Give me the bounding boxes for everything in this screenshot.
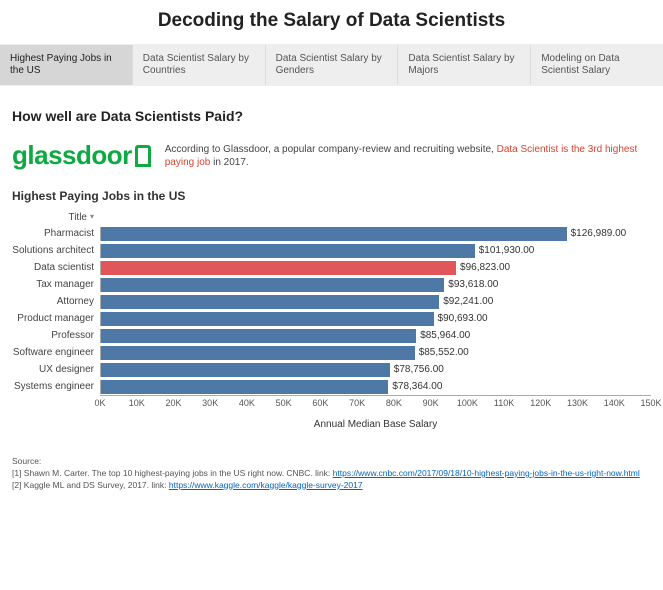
bar-label: Systems engineer [12, 381, 100, 392]
x-tick: 90K [423, 398, 439, 408]
bar-value-label: $101,930.00 [475, 244, 535, 258]
tab-1[interactable]: Data Scientist Salary by Countries [133, 45, 266, 85]
bar-track: $93,618.00 [100, 278, 651, 292]
bar-value-label: $85,552.00 [415, 346, 469, 360]
door-icon [135, 145, 151, 167]
glassdoor-logo-text: glassdoor [12, 140, 132, 171]
x-tick: 10K [129, 398, 145, 408]
bar-row: Solutions architect$101,930.00 [12, 242, 651, 259]
bar-track: $78,756.00 [100, 363, 651, 377]
x-tick: 140K [604, 398, 625, 408]
bar-value-label: $78,756.00 [390, 363, 444, 377]
bar-label: Attorney [12, 296, 100, 307]
bar-value-label: $96,823.00 [456, 261, 510, 275]
bar-track: $78,364.00 [100, 380, 651, 394]
bar-label: Professor [12, 330, 100, 341]
x-axis: 0K10K20K30K40K50K60K70K80K90K100K110K120… [100, 395, 651, 409]
tab-bar: Highest Paying Jobs in the USData Scient… [0, 44, 663, 86]
glassdoor-desc: According to Glassdoor, a popular compan… [165, 143, 651, 169]
bar-value-label: $92,241.00 [439, 295, 493, 309]
source-item: [2] Kaggle ML and DS Survey, 2017. link:… [12, 480, 651, 492]
bar-track: $126,989.00 [100, 227, 651, 241]
bar-label: Product manager [12, 313, 100, 324]
bar-row: Data scientist$96,823.00 [12, 259, 651, 276]
sort-desc-icon: ▾ [90, 213, 94, 221]
glassdoor-logo: glassdoor [12, 140, 151, 171]
bar-row: Product manager$90,693.00 [12, 310, 651, 327]
bar-value-label: $126,989.00 [567, 227, 627, 241]
bar-value-label: $85,964.00 [416, 329, 470, 343]
bar[interactable]: $85,964.00 [101, 329, 416, 343]
source-block: Source: [1] Shawn M. Carter. The top 10 … [0, 430, 663, 492]
chart-block: Highest Paying Jobs in the US Title ▾ Ph… [0, 181, 663, 430]
bars-container: Pharmacist$126,989.00Solutions architect… [12, 225, 651, 395]
x-tick: 50K [276, 398, 292, 408]
glassdoor-desc-prefix: According to Glassdoor, a popular compan… [165, 144, 497, 155]
bar[interactable]: $126,989.00 [101, 227, 567, 241]
x-tick: 80K [386, 398, 402, 408]
y-axis-header-text: Title [68, 212, 87, 223]
source-heading: Source: [12, 456, 651, 468]
tab-0[interactable]: Highest Paying Jobs in the US [0, 45, 133, 85]
tab-2[interactable]: Data Scientist Salary by Genders [266, 45, 399, 85]
bar-label: Software engineer [12, 347, 100, 358]
page-title: Decoding the Salary of Data Scientists [0, 0, 663, 44]
bar-track: $85,964.00 [100, 329, 651, 343]
bar[interactable]: $85,552.00 [101, 346, 415, 360]
bar-row: Software engineer$85,552.00 [12, 344, 651, 361]
bar-row: Systems engineer$78,364.00 [12, 378, 651, 395]
tab-3[interactable]: Data Scientist Salary by Majors [398, 45, 531, 85]
x-tick: 0K [94, 398, 105, 408]
bar-row: UX designer$78,756.00 [12, 361, 651, 378]
x-tick: 100K [457, 398, 478, 408]
bar-value-label: $90,693.00 [434, 312, 488, 326]
bar-row: Tax manager$93,618.00 [12, 276, 651, 293]
bar-label: Data scientist [12, 262, 100, 273]
source-link[interactable]: https://www.cnbc.com/2017/09/18/10-highe… [333, 468, 640, 478]
section-heading: How well are Data Scientists Paid? [0, 86, 663, 134]
bar[interactable]: $92,241.00 [101, 295, 439, 309]
x-tick: 60K [312, 398, 328, 408]
bar[interactable]: $96,823.00 [101, 261, 456, 275]
bar-label: Tax manager [12, 279, 100, 290]
bar-track: $85,552.00 [100, 346, 651, 360]
source-text: [1] Shawn M. Carter. The top 10 highest-… [12, 468, 333, 478]
bar[interactable]: $90,693.00 [101, 312, 434, 326]
chart-title: Highest Paying Jobs in the US [12, 185, 651, 209]
bar-track: $96,823.00 [100, 261, 651, 275]
y-axis-header[interactable]: Title ▾ [12, 212, 100, 223]
tab-4[interactable]: Modeling on Data Scientist Salary [531, 45, 663, 85]
x-tick: 110K [494, 398, 514, 408]
bar-label: Pharmacist [12, 228, 100, 239]
source-text: [2] Kaggle ML and DS Survey, 2017. link: [12, 480, 169, 490]
bar[interactable]: $78,364.00 [101, 380, 388, 394]
bar-row: Professor$85,964.00 [12, 327, 651, 344]
bar-track: $92,241.00 [100, 295, 651, 309]
bar[interactable]: $101,930.00 [101, 244, 475, 258]
bar[interactable]: $93,618.00 [101, 278, 444, 292]
x-axis-label: Annual Median Base Salary [100, 409, 651, 430]
x-tick: 20K [165, 398, 181, 408]
glassdoor-row: glassdoor According to Glassdoor, a popu… [0, 134, 663, 181]
x-tick: 130K [567, 398, 588, 408]
bar-label: UX designer [12, 364, 100, 375]
bar-row: Pharmacist$126,989.00 [12, 225, 651, 242]
source-link[interactable]: https://www.kaggle.com/kaggle/kaggle-sur… [169, 480, 363, 490]
x-tick: 40K [239, 398, 255, 408]
bar-label: Solutions architect [12, 245, 100, 256]
bar-value-label: $78,364.00 [388, 380, 442, 394]
x-tick: 120K [530, 398, 551, 408]
bar-track: $90,693.00 [100, 312, 651, 326]
bar[interactable]: $78,756.00 [101, 363, 390, 377]
bar-track: $101,930.00 [100, 244, 651, 258]
x-tick: 150K [640, 398, 661, 408]
source-item: [1] Shawn M. Carter. The top 10 highest-… [12, 468, 651, 480]
x-tick: 70K [349, 398, 365, 408]
glassdoor-desc-suffix: in 2017. [210, 157, 248, 168]
x-tick: 30K [202, 398, 218, 408]
bar-row: Attorney$92,241.00 [12, 293, 651, 310]
bar-value-label: $93,618.00 [444, 278, 498, 292]
